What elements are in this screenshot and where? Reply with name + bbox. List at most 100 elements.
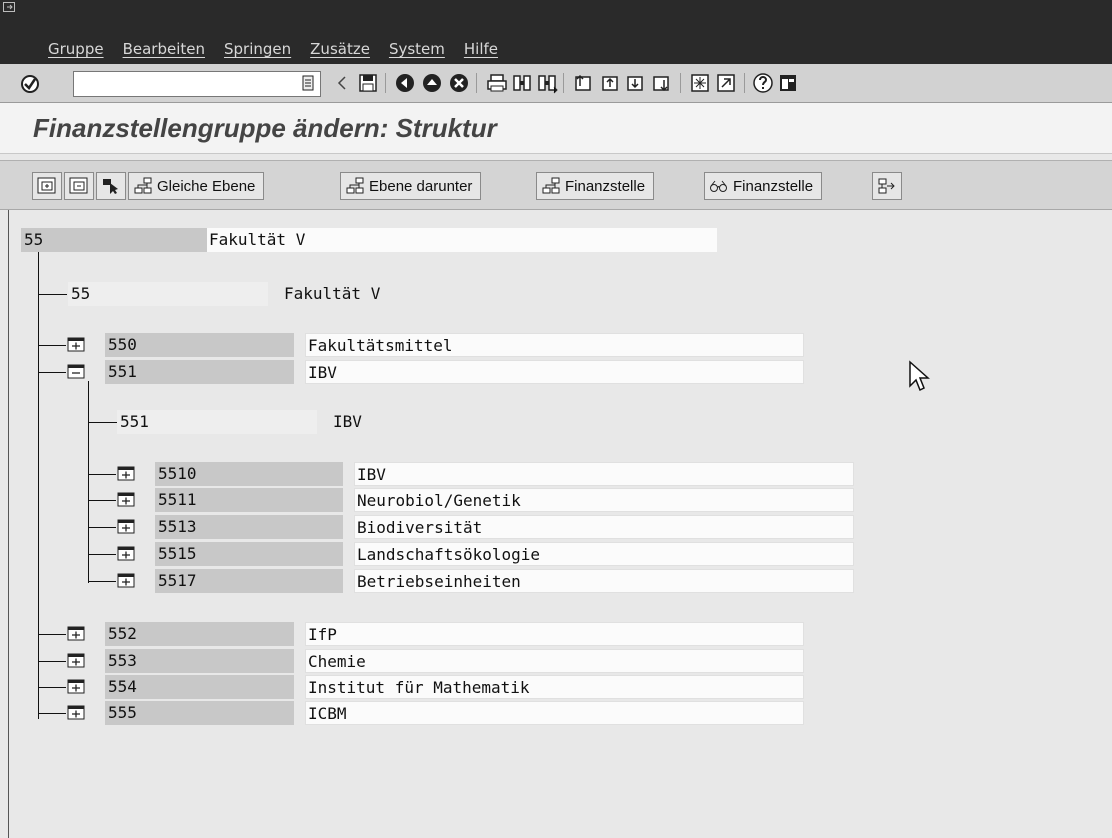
node-code[interactable]: 552 <box>105 622 294 646</box>
node-description: Institut für Mathematik <box>305 675 804 699</box>
node-description: IBV <box>305 360 804 384</box>
find-next-icon[interactable] <box>536 72 558 94</box>
new-session-icon[interactable] <box>689 72 711 94</box>
tree-connector <box>88 422 117 423</box>
tree-connector <box>88 474 116 475</box>
menu-hilfe[interactable]: Hilfe <box>464 38 498 60</box>
command-input[interactable] <box>78 73 282 97</box>
group-header-description: Fakultät V <box>284 284 381 303</box>
save-icon[interactable] <box>357 72 379 94</box>
node-description: IfP <box>305 622 804 646</box>
expand-node-icon[interactable] <box>117 546 135 562</box>
tree-connector <box>88 554 116 555</box>
node-description: Chemie <box>305 649 804 673</box>
back-icon[interactable] <box>394 72 416 94</box>
print-icon[interactable] <box>486 72 508 94</box>
tree-connector <box>38 661 66 662</box>
display-glasses-icon <box>710 180 727 192</box>
expand-node-icon[interactable] <box>117 466 135 482</box>
menu-zusaetze[interactable]: Zusätze <box>310 38 370 60</box>
next-page-icon[interactable] <box>624 72 646 94</box>
checkmark-icon[interactable] <box>20 74 42 94</box>
node-description: Fakultätsmittel <box>305 333 804 357</box>
toolbar-separator <box>385 73 386 93</box>
first-page-icon[interactable] <box>572 72 594 94</box>
expand-all-button[interactable] <box>32 172 62 200</box>
node-code[interactable]: 5513 <box>155 515 343 539</box>
collapse-toolbar-icon[interactable] <box>331 72 353 94</box>
previous-page-icon[interactable] <box>599 72 621 94</box>
menu-gruppe[interactable]: Gruppe <box>48 38 104 60</box>
toolbar-separator <box>476 73 477 93</box>
select-button[interactable] <box>96 172 126 200</box>
level-below-label: Ebene darunter <box>369 177 473 195</box>
level-below-button[interactable]: Ebene darunter <box>340 172 482 200</box>
menu-system[interactable]: System <box>389 38 445 60</box>
node-description: Betriebseinheiten <box>354 569 854 593</box>
expand-node-icon[interactable] <box>67 337 85 353</box>
tree-connector <box>88 527 116 528</box>
page-title: Finanzstellengruppe ändern: Struktur <box>33 113 497 143</box>
shortcut-icon[interactable] <box>715 72 737 94</box>
collapse-all-button[interactable] <box>64 172 94 200</box>
exit-icon[interactable] <box>421 72 443 94</box>
expand-node-icon[interactable] <box>117 519 135 535</box>
node-description: ICBM <box>305 701 804 725</box>
subgroup-header-code[interactable]: 551 <box>117 410 317 434</box>
command-field[interactable] <box>73 71 321 97</box>
structure-tree: 55 Fakultät V 55 Fakultät V 550 Fakultät… <box>8 210 1112 838</box>
expand-node-icon[interactable] <box>117 573 135 589</box>
toolbar-separator <box>744 73 745 93</box>
tree-connector <box>88 381 89 583</box>
fund-center-glasses-button[interactable]: Finanzstelle <box>704 172 823 200</box>
hierarchy-icon <box>346 177 364 194</box>
expand-node-icon[interactable] <box>67 679 85 695</box>
same-level-button[interactable]: Gleiche Ebene <box>128 172 265 200</box>
help-icon[interactable] <box>752 72 774 94</box>
node-code[interactable]: 5517 <box>155 569 343 593</box>
group-header-code[interactable]: 55 <box>68 282 268 306</box>
node-code[interactable]: 550 <box>105 333 294 357</box>
expand-node-icon[interactable] <box>117 492 135 508</box>
root-description: Fakultät V <box>207 228 717 252</box>
mouse-pointer-icon <box>908 360 932 394</box>
node-code[interactable]: 551 <box>105 360 294 384</box>
find-icon[interactable] <box>511 72 533 94</box>
hierarchy-icon <box>542 177 560 194</box>
node-code[interactable]: 5511 <box>155 488 343 512</box>
command-history-icon[interactable] <box>302 75 314 91</box>
node-description: IBV <box>354 462 854 486</box>
menu-bearbeiten[interactable]: Bearbeiten <box>123 38 205 60</box>
same-level-label: Gleiche Ebene <box>157 177 256 195</box>
toolbar-separator <box>680 73 681 93</box>
screen-title-bar: Finanzstellengruppe ändern: Struktur <box>0 103 1112 154</box>
menu-springen[interactable]: Springen <box>224 38 291 60</box>
tree-connector <box>38 713 66 714</box>
tree-connector <box>88 500 116 501</box>
select-cursor-icon <box>103 179 118 194</box>
expand-node-icon[interactable] <box>67 705 85 721</box>
expand-node-icon[interactable] <box>67 653 85 669</box>
tree-connector <box>38 634 66 635</box>
tree-connector <box>38 687 66 688</box>
node-description: Neurobiol/Genetik <box>354 488 854 512</box>
move-icon <box>878 178 895 194</box>
tree-connector <box>38 345 66 346</box>
expand-node-icon[interactable] <box>67 626 85 642</box>
application-toolbar: Gleiche Ebene Ebene darunter Finanzstell… <box>0 160 1112 210</box>
system-menu-icon[interactable] <box>3 2 17 14</box>
root-code[interactable]: 55 <box>21 228 207 252</box>
title-bar: Gruppe Bearbeiten Springen Zusätze Syste… <box>0 0 1112 64</box>
node-code[interactable]: 5510 <box>155 462 343 486</box>
node-code[interactable]: 5515 <box>155 542 343 566</box>
collapse-node-icon[interactable] <box>67 364 85 380</box>
node-code[interactable]: 554 <box>105 675 294 699</box>
cancel-icon[interactable] <box>448 72 470 94</box>
layout-icon[interactable] <box>777 72 799 94</box>
last-page-icon[interactable] <box>650 72 672 94</box>
node-code[interactable]: 553 <box>105 649 294 673</box>
fund-center-button[interactable]: Finanzstelle <box>536 172 655 200</box>
move-button[interactable] <box>872 172 902 200</box>
node-code[interactable]: 555 <box>105 701 294 725</box>
tree-connector <box>38 372 66 373</box>
